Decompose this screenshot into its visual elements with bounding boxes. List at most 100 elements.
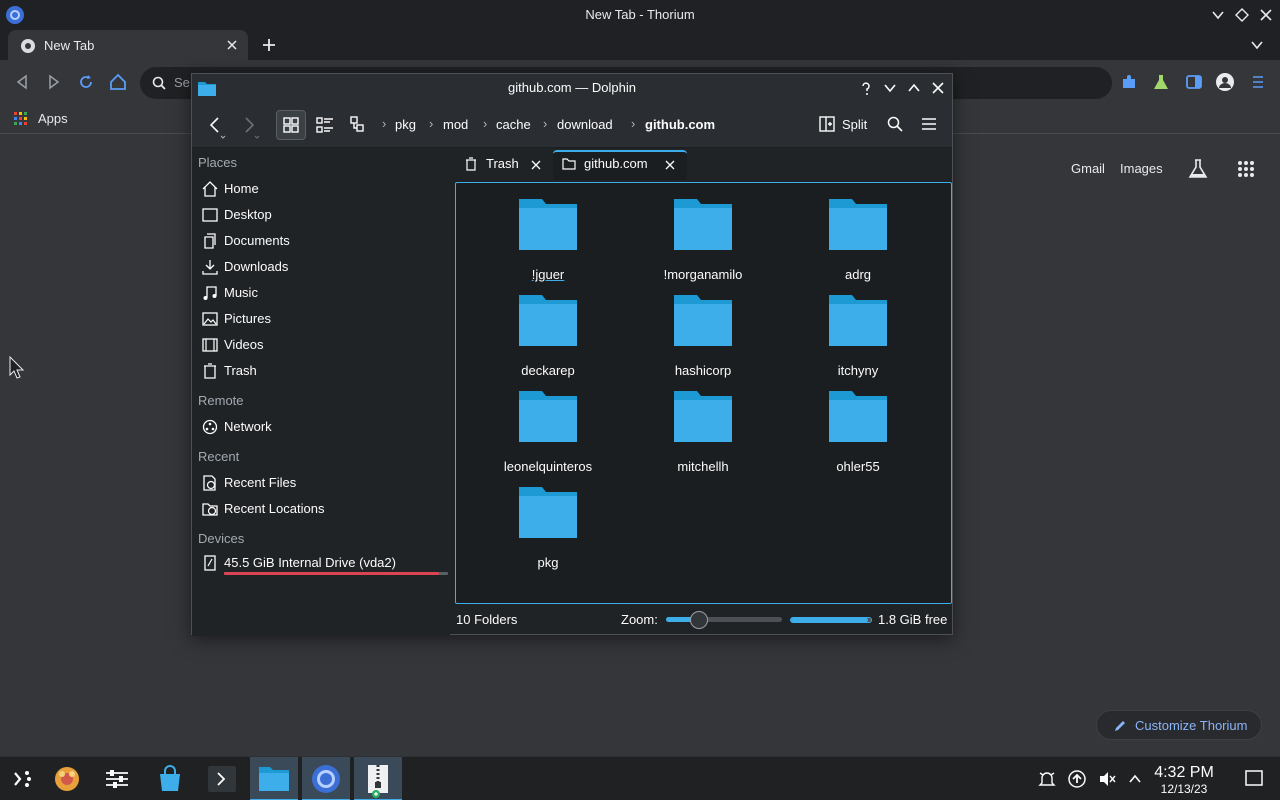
sidebar-item-videos[interactable]: Videos [198,333,446,357]
folder-count: 10 Folders [456,612,518,627]
folder-item[interactable]: adrg [798,197,918,287]
reload-icon[interactable] [78,74,94,90]
close-icon[interactable] [931,81,945,95]
hamburger-menu-icon[interactable] [921,117,937,131]
breadcrumb-cache[interactable]: cache [496,117,531,132]
search-icon[interactable] [887,116,903,132]
icons-view-button[interactable] [276,110,306,140]
profile-avatar-icon[interactable] [1216,73,1234,91]
sidebar-item-pictures[interactable]: Pictures [198,307,446,331]
side-panel-icon[interactable] [1186,74,1202,90]
labs-flask-icon[interactable] [1153,74,1169,90]
tab-github-com[interactable]: github.com [553,150,687,180]
folder-item[interactable]: deckarep [488,293,608,383]
free-space-bar [790,617,872,623]
close-icon[interactable] [1259,8,1273,22]
gmail-link[interactable]: Gmail [1071,161,1105,176]
clock[interactable]: 4:32 PM 12/13/23 [1148,764,1220,796]
sidebar-item-trash[interactable]: Trash [198,359,446,383]
tab-search-chevron-icon[interactable] [1250,38,1264,52]
documents-icon [202,233,218,249]
breadcrumb-download[interactable]: download [557,117,613,132]
folder-name: itchyny [837,363,879,378]
browser-titlebar: New Tab - Thorium [0,0,1280,30]
sidebar-item-desktop[interactable]: Desktop [198,203,446,227]
folder-item[interactable]: !jguer [488,197,608,287]
tab-close-icon[interactable] [665,160,675,170]
sidebar-item-home[interactable]: Home [198,177,446,201]
search-icon [152,76,166,90]
terminal-icon [207,765,237,793]
tab-close-icon[interactable] [531,160,541,170]
minimize-icon[interactable] [1211,8,1225,22]
maximize-icon[interactable] [1235,8,1249,22]
sidebar-item-downloads[interactable]: Downloads [198,255,446,279]
split-icon[interactable] [819,116,835,132]
sidebar-item-recent-locations[interactable]: Recent Locations [198,497,446,521]
customize-thorium-button[interactable]: Customize Thorium [1096,710,1262,740]
file-view[interactable]: !jguer !morganamilo adrg deckarep hashic… [455,182,952,604]
system-tray-expand-icon[interactable] [1128,772,1142,786]
apps-grid-icon[interactable] [14,112,28,126]
sidebar-item-label: 45.5 GiB Internal Drive (vda2) [224,555,396,570]
folder-item[interactable]: ohler55 [798,389,918,479]
taskbar-konsole[interactable] [198,757,246,800]
sidebar-item-internal-drive[interactable]: 45.5 GiB Internal Drive (vda2) [198,551,448,575]
back-button[interactable] [200,110,230,140]
taskbar-archive-manager[interactable] [354,757,402,800]
sidebar-item-label: Videos [224,337,264,352]
tab-close-icon[interactable] [226,39,238,51]
volume-muted-icon[interactable] [1098,770,1116,788]
folder-item[interactable]: mitchellh [643,389,763,479]
application-launcher-button[interactable] [0,757,48,800]
folder-item[interactable]: itchyny [798,293,918,383]
extensions-puzzle-icon[interactable] [1121,74,1137,90]
taskbar-thorium[interactable] [302,757,350,800]
labs-flask-icon[interactable] [1187,158,1209,180]
tab-new-tab[interactable]: New Tab [8,30,248,60]
new-tab-plus-icon[interactable] [262,38,276,52]
compact-view-button[interactable] [310,110,340,140]
folder-item[interactable]: hashicorp [643,293,763,383]
show-desktop-icon[interactable] [1245,769,1263,787]
maximize-icon[interactable] [907,81,921,95]
details-view-button[interactable] [344,110,374,140]
folder-item[interactable]: !morganamilo [643,197,763,287]
notifications-bell-icon[interactable] [1038,770,1056,788]
sidebar-item-music[interactable]: Music [198,281,446,305]
folder-item[interactable]: leonelquinteros [488,389,608,479]
home-button-icon[interactable] [109,73,127,91]
taskbar-dolphin[interactable] [250,757,298,800]
minimize-icon[interactable] [883,81,897,95]
folder-name: adrg [844,267,872,282]
help-icon[interactable] [859,81,873,95]
music-icon [202,285,218,301]
zoom-slider[interactable] [666,611,782,629]
back-icon[interactable] [14,74,30,90]
split-button-label[interactable]: Split [842,117,867,132]
drive-usage-fill [224,572,440,575]
folder-name: pkg [537,555,559,570]
sidebar-item-network[interactable]: Network [198,415,446,439]
zoom-slider-handle[interactable] [690,611,708,629]
update-notifier-icon[interactable] [1068,770,1086,788]
folder-item[interactable]: pkg [488,485,608,575]
sidebar-item-documents[interactable]: Documents [198,229,446,253]
breadcrumb-current[interactable]: github.com [645,117,715,132]
menu-icon[interactable] [1252,75,1264,89]
forward-icon[interactable] [46,74,62,90]
breadcrumb-mod[interactable]: mod [443,117,468,132]
tab-trash[interactable]: Trash [454,150,550,180]
taskbar-discover[interactable] [146,757,194,800]
forward-button[interactable] [234,110,264,140]
folder-name: !morganamilo [663,267,743,282]
images-link[interactable]: Images [1120,161,1163,176]
sidebar-item-recent-files[interactable]: Recent Files [198,471,446,495]
folder-name: !jguer [531,267,565,282]
google-apps-grid-icon[interactable] [1237,160,1255,178]
apps-bookmark-label[interactable]: Apps [38,111,68,126]
taskbar-system-settings[interactable] [94,757,142,800]
folder-name: leonelquinteros [503,459,593,474]
taskbar-app-flower[interactable] [44,757,92,800]
breadcrumb-pkg[interactable]: pkg [395,117,416,132]
